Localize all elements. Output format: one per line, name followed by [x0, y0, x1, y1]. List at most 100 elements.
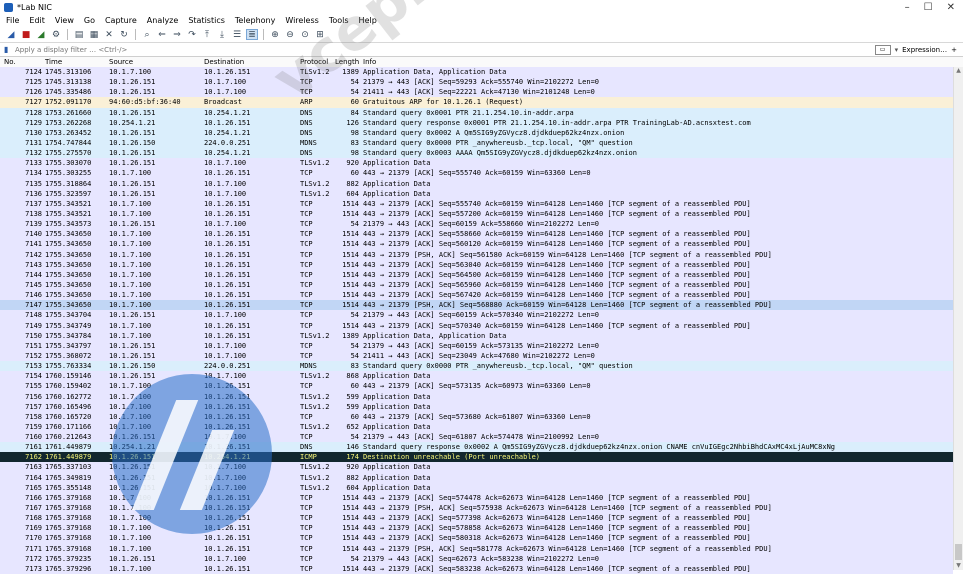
resize-columns-icon[interactable]: ⊞ — [314, 29, 326, 40]
packet-row[interactable]: 7143 1755.343650 10.1.7.100 10.1.26.151 TCP 1… — [0, 259, 953, 270]
packet-row[interactable]: 7160 1760.212643 10.1.26.151 10.1.7.100 TCP 5… — [0, 432, 953, 443]
column-header-time[interactable]: Time — [45, 58, 62, 66]
packet-row[interactable]: 7155 1760.159402 10.1.7.100 10.1.26.151 TCP 6… — [0, 381, 953, 392]
menu-analyze[interactable]: Analyze — [147, 16, 179, 25]
packet-row[interactable]: 7156 1760.162772 10.1.7.100 10.1.26.151 TLSv… — [0, 391, 953, 402]
packet-row[interactable]: 7128 1753.261660 10.1.26.151 10.254.1.21 DNS… — [0, 107, 953, 118]
last-icon[interactable]: ⤓ — [216, 29, 228, 40]
packet-row[interactable]: 7137 1755.343521 10.1.7.100 10.1.26.151 TCP 1… — [0, 198, 953, 209]
maximize-button[interactable]: ☐ — [924, 2, 933, 13]
packet-row[interactable]: 7151 1755.343797 10.1.26.151 10.1.7.100 TCP 5… — [0, 340, 953, 351]
packet-row[interactable]: 7173 1765.379296 10.1.7.100 10.1.26.151 TCP 1… — [0, 563, 953, 574]
menu-go[interactable]: Go — [84, 16, 95, 25]
packet-row[interactable]: 7168 1765.379168 10.1.7.100 10.1.26.151 TCP 1… — [0, 513, 953, 524]
packet-row[interactable]: 7140 1755.343650 10.1.7.100 10.1.26.151 TCP 1… — [0, 229, 953, 240]
packet-row[interactable]: 7125 1745.313138 10.1.26.151 10.1.7.100 TCP 5… — [0, 77, 953, 88]
packet-row[interactable]: 7157 1760.165496 10.1.7.100 10.1.26.151 TLSv… — [0, 401, 953, 412]
packet-row[interactable]: 7161 1761.449879 10.254.1.21 10.1.26.151 DNS… — [0, 442, 953, 453]
packet-row[interactable]: 7144 1755.343650 10.1.7.100 10.1.26.151 TCP 1… — [0, 269, 953, 280]
packet-row[interactable]: 7145 1755.343650 10.1.7.100 10.1.26.151 TCP 1… — [0, 279, 953, 291]
add-filter-button[interactable]: + — [951, 46, 957, 54]
close-file-icon[interactable]: ✕ — [103, 29, 115, 40]
column-header-destination[interactable]: Destination — [204, 58, 244, 66]
minimize-button[interactable]: – — [905, 2, 910, 13]
menu-help[interactable]: Help — [359, 16, 377, 25]
zoom-out-icon[interactable]: ⊖ — [284, 29, 296, 40]
column-header-protocol[interactable]: Protocol — [300, 58, 328, 66]
packet-row[interactable]: 7124 1745.313106 10.1.7.100 10.1.26.151 TLSv… — [0, 67, 953, 78]
packet-list-scrollbar[interactable]: ▲ ▼ — [953, 67, 963, 570]
packet-row[interactable]: 7166 1765.379168 10.1.7.100 10.1.26.151 TCP 1… — [0, 492, 953, 504]
first-icon[interactable]: ⤒ — [201, 29, 213, 40]
column-header-no[interactable]: No. — [4, 58, 16, 66]
colorize-icon[interactable]: ≣ — [246, 29, 258, 40]
expression-button[interactable]: Expression… — [902, 46, 947, 54]
reload-icon[interactable]: ↻ — [118, 29, 130, 40]
packet-row[interactable]: 7142 1755.343650 10.1.7.100 10.1.26.151 TCP 1… — [0, 249, 953, 260]
packet-row[interactable]: 7165 1765.355148 10.1.26.151 10.1.7.100 TLSv… — [0, 482, 953, 493]
options-icon[interactable]: ⚙ — [50, 29, 62, 40]
menu-view[interactable]: View — [55, 16, 74, 25]
packet-row[interactable]: 7170 1765.379168 10.1.7.100 10.1.26.151 TCP 1… — [0, 533, 953, 544]
restart-icon[interactable]: ◢ — [35, 29, 47, 40]
packet-row[interactable]: 7146 1755.343650 10.1.7.100 10.1.26.151 TCP 1… — [0, 290, 953, 301]
packet-row[interactable]: 7163 1765.337103 10.1.26.151 10.1.7.100 TLSv… — [0, 462, 953, 473]
autoscroll-icon[interactable]: ☰ — [231, 29, 243, 40]
packet-row[interactable]: 7152 1755.368072 10.1.26.151 10.1.7.100 TCP 5… — [0, 350, 953, 362]
packet-row[interactable]: 7127 1752.091170 94:60:d5:bf:36:40 Broadcas… — [0, 97, 953, 108]
zoom-in-icon[interactable]: ⊕ — [269, 29, 281, 40]
stop-icon[interactable]: ■ — [20, 29, 32, 40]
packet-row[interactable]: 7139 1755.343573 10.1.26.151 10.1.7.100 TCP 5… — [0, 219, 953, 230]
back-icon[interactable]: ⇐ — [156, 29, 168, 40]
zoom-reset-icon[interactable]: ⊙ — [299, 29, 311, 40]
bookmark-icon[interactable]: ▮ — [4, 45, 12, 55]
packet-row[interactable]: 7131 1754.747844 10.1.26.150 224.0.0.251 MDN… — [0, 137, 953, 149]
packet-row[interactable]: 7154 1760.159146 10.1.26.151 10.1.7.100 TLSv… — [0, 371, 953, 382]
display-filter-input[interactable] — [15, 44, 875, 55]
packet-row[interactable]: 7132 1755.275570 10.1.26.151 10.254.1.21 DNS… — [0, 148, 953, 159]
column-header-info[interactable]: Info — [363, 58, 376, 66]
packet-row[interactable]: 7138 1755.343521 10.1.7.100 10.1.26.151 TCP 1… — [0, 208, 953, 220]
packet-row[interactable]: 7130 1753.263452 10.1.26.151 10.254.1.21 DNS… — [0, 127, 953, 138]
forward-icon[interactable]: ⇒ — [171, 29, 183, 40]
menu-telephony[interactable]: Telephony — [235, 16, 275, 25]
save-icon[interactable]: ▦ — [88, 29, 100, 40]
packet-row[interactable]: 7162 1761.449879 10.1.26.151 10.254.1.21 ICM… — [0, 452, 953, 463]
close-button[interactable]: ✕ — [947, 2, 955, 13]
packet-row[interactable]: 7136 1755.323597 10.1.26.151 10.1.7.100 TLSv… — [0, 188, 953, 199]
packet-row[interactable]: 7150 1755.343784 10.1.7.100 10.1.26.151 TLSv… — [0, 330, 953, 341]
open-icon[interactable]: ▤ — [73, 29, 85, 40]
goto-icon[interactable]: ↷ — [186, 29, 198, 40]
menu-tools[interactable]: Tools — [329, 16, 349, 25]
packet-row[interactable]: 7171 1765.379168 10.1.7.100 10.1.26.151 TCP 1… — [0, 543, 953, 554]
packet-row[interactable]: 7148 1755.343704 10.1.26.151 10.1.7.100 TCP 5… — [0, 310, 953, 321]
scroll-up-icon[interactable]: ▲ — [954, 67, 963, 75]
packet-row[interactable]: 7167 1765.379168 10.1.7.100 10.1.26.151 TCP 1… — [0, 503, 953, 514]
packet-row[interactable]: 7164 1765.349819 10.1.26.151 10.1.7.100 TLSv… — [0, 472, 953, 483]
menu-file[interactable]: File — [6, 16, 19, 25]
packet-row[interactable]: 7153 1755.763334 10.1.26.150 224.0.0.251 MDN… — [0, 361, 953, 372]
packet-row[interactable]: 7159 1760.171166 10.1.7.100 10.1.26.151 TLSv… — [0, 421, 953, 433]
packet-row[interactable]: 7135 1755.318864 10.1.26.151 10.1.7.100 TLSv… — [0, 178, 953, 189]
packet-row[interactable]: 7134 1755.303255 10.1.7.100 10.1.26.151 TCP 6… — [0, 168, 953, 179]
find-icon[interactable]: ⌕ — [141, 29, 153, 40]
menu-wireless[interactable]: Wireless — [285, 16, 318, 25]
packet-row[interactable]: 7147 1755.343650 10.1.7.100 10.1.26.151 TCP 1… — [0, 300, 953, 311]
packet-row[interactable]: 7126 1745.335486 10.1.26.151 10.1.7.100 TCP 5… — [0, 87, 953, 98]
packet-row[interactable]: 7172 1765.379235 10.1.26.151 10.1.7.100 TCP 5… — [0, 553, 953, 564]
column-header-source[interactable]: Source — [109, 58, 133, 66]
filter-clear-icon[interactable]: ▭ — [874, 44, 891, 55]
packet-row[interactable]: 7141 1755.343650 10.1.7.100 10.1.26.151 TCP 1… — [0, 239, 953, 250]
packet-row[interactable]: 7149 1755.343749 10.1.7.100 10.1.26.151 TCP 1… — [0, 320, 953, 331]
filter-dropdown-icon[interactable]: ▾ — [895, 46, 899, 54]
packet-row[interactable]: 7133 1755.303070 10.1.26.151 10.1.7.100 TLSv… — [0, 158, 953, 169]
menu-statistics[interactable]: Statistics — [188, 16, 225, 25]
packet-row[interactable]: 7158 1760.165720 10.1.7.100 10.1.26.151 TCP 6… — [0, 411, 953, 422]
packet-row[interactable]: 7129 1753.262268 10.254.1.21 10.1.26.151 DNS… — [0, 117, 953, 128]
column-header-length[interactable]: Length — [335, 58, 359, 66]
shark-fin-start-icon[interactable]: ◢ — [5, 29, 17, 40]
scroll-down-icon[interactable]: ▼ — [954, 562, 963, 570]
packet-row[interactable]: 7169 1765.379168 10.1.7.100 10.1.26.151 TCP 1… — [0, 523, 953, 534]
scrollbar-thumb[interactable] — [955, 544, 962, 560]
menu-capture[interactable]: Capture — [105, 16, 137, 25]
